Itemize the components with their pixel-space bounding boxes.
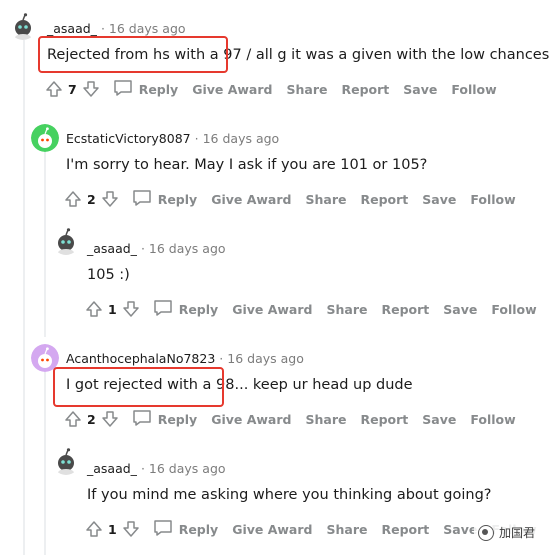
downvote-icon[interactable]: [81, 79, 101, 99]
vote-controls: 2: [63, 189, 120, 209]
wechat-icon: [477, 524, 494, 541]
save-button[interactable]: Save: [422, 412, 456, 427]
follow-button[interactable]: Follow: [470, 412, 515, 427]
comment-actions: 1 Reply Give Award Share Report Save Fol…: [84, 518, 537, 540]
highlight-box: [53, 367, 224, 407]
share-button[interactable]: Share: [305, 192, 346, 207]
give-award-button[interactable]: Give Award: [232, 522, 312, 537]
follow-button[interactable]: Follow: [451, 82, 496, 97]
username-link[interactable]: _asaad_: [47, 21, 97, 36]
give-award-button[interactable]: Give Award: [211, 412, 291, 427]
vote-controls: 1: [84, 299, 141, 319]
give-award-button[interactable]: Give Award: [211, 192, 291, 207]
meta-separator: ·: [219, 351, 224, 366]
meta-separator: ·: [100, 21, 105, 36]
timestamp[interactable]: 16 days ago: [203, 131, 280, 146]
meta-separator: ·: [140, 241, 145, 256]
vote-controls: 7: [44, 79, 101, 99]
meta-separator: ·: [194, 131, 199, 146]
reply-label: Reply: [178, 521, 219, 537]
reply-button[interactable]: Reply: [153, 299, 218, 320]
upvote-icon[interactable]: [84, 299, 104, 319]
comment-bubble-icon: [153, 519, 179, 540]
share-button[interactable]: Share: [286, 82, 327, 97]
green-snoo-avatar-icon[interactable]: [31, 124, 59, 152]
comment-actions: 1 Reply Give Award Share Report Save Fol…: [84, 298, 537, 320]
comment-bubble-icon: [132, 189, 158, 210]
thread-line[interactable]: [23, 40, 25, 555]
timestamp[interactable]: 16 days ago: [227, 351, 304, 366]
timestamp[interactable]: 16 days ago: [109, 21, 186, 36]
comment-body: 105 :): [87, 267, 130, 283]
comment-meta: _asaad_ · 16 days ago: [87, 241, 226, 256]
upvote-icon[interactable]: [44, 79, 64, 99]
snoo-avatar-icon[interactable]: [9, 12, 37, 40]
follow-button[interactable]: Follow: [470, 192, 515, 207]
comment-meta: EcstaticVictory8087 · 16 days ago: [66, 131, 279, 146]
highlight-box: [38, 36, 228, 73]
report-button[interactable]: Report: [360, 192, 408, 207]
username-link[interactable]: _asaad_: [87, 241, 137, 256]
upvote-icon[interactable]: [63, 189, 83, 209]
comment-meta: AcanthocephalaNo7823 · 16 days ago: [66, 351, 304, 366]
thread-line[interactable]: [44, 152, 46, 337]
reply-label: Reply: [138, 81, 179, 97]
watermark-text: 加国君: [498, 526, 535, 540]
save-button[interactable]: Save: [443, 522, 477, 537]
vote-score: 1: [108, 301, 117, 317]
report-button[interactable]: Report: [381, 302, 429, 317]
upvote-icon[interactable]: [84, 519, 104, 539]
share-button[interactable]: Share: [326, 302, 367, 317]
downvote-icon[interactable]: [100, 189, 120, 209]
share-button[interactable]: Share: [305, 412, 346, 427]
vote-score: 1: [108, 521, 117, 537]
downvote-icon[interactable]: [100, 409, 120, 429]
report-button[interactable]: Report: [341, 82, 389, 97]
follow-button[interactable]: Follow: [491, 302, 536, 317]
reply-button[interactable]: Reply: [132, 189, 197, 210]
vote-controls: 2: [63, 409, 120, 429]
save-button[interactable]: Save: [422, 192, 456, 207]
comment-meta: _asaad_ · 16 days ago: [47, 21, 186, 36]
reply-label: Reply: [178, 301, 219, 317]
vote-score: 2: [87, 191, 96, 207]
comment-actions: 2 Reply Give Award Share Report Save Fol…: [63, 188, 516, 210]
comment-body: I'm sorry to hear. May I ask if you are …: [66, 157, 428, 173]
share-button[interactable]: Share: [326, 522, 367, 537]
comment-bubble-icon: [113, 79, 139, 100]
save-button[interactable]: Save: [443, 302, 477, 317]
upvote-icon[interactable]: [63, 409, 83, 429]
give-award-button[interactable]: Give Award: [232, 302, 312, 317]
username-link[interactable]: _asaad_: [87, 461, 137, 476]
thread-line[interactable]: [44, 372, 46, 555]
snoo-avatar-icon[interactable]: [52, 227, 80, 255]
give-award-button[interactable]: Give Award: [192, 82, 272, 97]
vote-score: 2: [87, 411, 96, 427]
downvote-icon[interactable]: [121, 299, 141, 319]
downvote-icon[interactable]: [121, 519, 141, 539]
snoo-avatar-icon[interactable]: [52, 447, 80, 475]
comment-actions: 7 Reply Give Award Share Report Save Fol…: [44, 78, 497, 100]
watermark: 加国君: [473, 522, 539, 543]
comment-bubble-icon: [132, 409, 158, 430]
save-button[interactable]: Save: [403, 82, 437, 97]
reply-label: Reply: [157, 191, 198, 207]
meta-separator: ·: [140, 461, 145, 476]
comment-body: If you mind me asking where you thinking…: [87, 487, 492, 503]
vote-score: 7: [68, 81, 77, 97]
comment-bubble-icon: [153, 299, 179, 320]
reply-label: Reply: [157, 411, 198, 427]
reply-button[interactable]: Reply: [132, 409, 197, 430]
report-button[interactable]: Report: [381, 522, 429, 537]
reply-button[interactable]: Reply: [153, 519, 218, 540]
username-link[interactable]: AcanthocephalaNo7823: [66, 351, 215, 366]
username-link[interactable]: EcstaticVictory8087: [66, 131, 191, 146]
report-button[interactable]: Report: [360, 412, 408, 427]
reply-button[interactable]: Reply: [113, 79, 178, 100]
comment-actions: 2 Reply Give Award Share Report Save Fol…: [63, 408, 516, 430]
timestamp[interactable]: 16 days ago: [149, 461, 226, 476]
vote-controls: 1: [84, 519, 141, 539]
comment-meta: _asaad_ · 16 days ago: [87, 461, 226, 476]
timestamp[interactable]: 16 days ago: [149, 241, 226, 256]
